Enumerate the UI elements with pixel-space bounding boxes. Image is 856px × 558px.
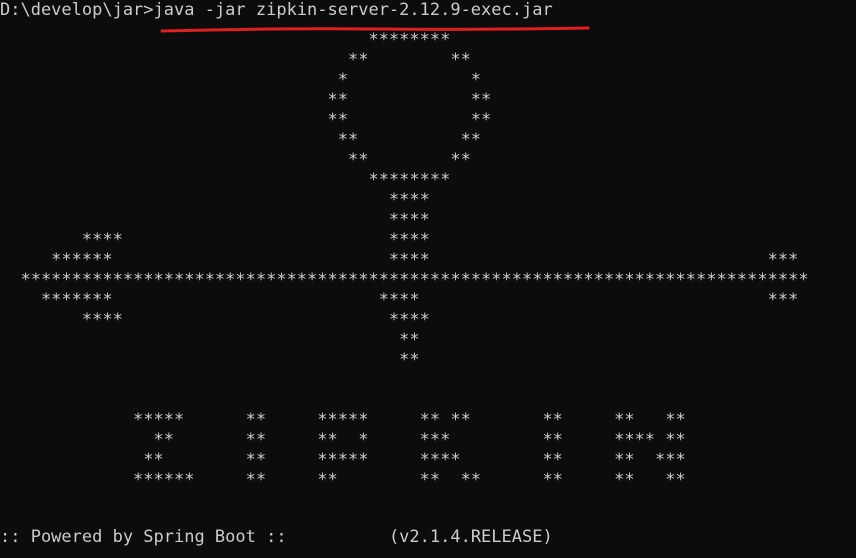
banner-line: **** **** xyxy=(0,230,430,250)
banner-line: ****** ** ** ** ** ** ** ** xyxy=(0,470,686,490)
banner-line: ** ** ** * *** ** **** ** xyxy=(0,430,686,450)
banner-line: ** ** xyxy=(0,50,471,70)
banner-line: ** xyxy=(0,350,420,370)
banner-line: ****** **** *** xyxy=(0,250,799,270)
banner-line: **** xyxy=(0,210,430,230)
command-text: java -jar zipkin-server-2.12.9-exec.jar xyxy=(153,0,553,20)
terminal-window[interactable]: D:\develop\jar>java -jar zipkin-server-2… xyxy=(0,0,856,558)
banner-line: ******** xyxy=(0,170,451,190)
banner-line: ******** xyxy=(0,30,451,50)
banner-line: ***** ** ***** ** ** ** ** ** xyxy=(0,410,686,430)
banner-line: ** xyxy=(0,330,420,350)
banner-line: **** xyxy=(0,190,430,210)
banner-line: * * xyxy=(0,70,482,90)
powered-by-line: :: Powered by Spring Boot :: (v2.1.4.REL… xyxy=(0,527,553,547)
banner-line: ** ** xyxy=(0,90,492,110)
powered-by-text: :: Powered by Spring Boot :: xyxy=(0,527,287,547)
banner-line: ** ** xyxy=(0,110,492,130)
banner-line: ****************************************… xyxy=(0,270,809,290)
version-text: (v2.1.4.RELEASE) xyxy=(388,527,553,547)
command-line: D:\develop\jar>java -jar zipkin-server-2… xyxy=(0,0,553,20)
banner-line: ** ** xyxy=(0,150,471,170)
banner-line: ** ** xyxy=(0,130,482,150)
banner-line: ** ** ***** **** ** ** *** xyxy=(0,450,686,470)
banner-line: ******* **** *** xyxy=(0,290,799,310)
banner-line: **** **** xyxy=(0,310,430,330)
prompt: D:\develop\jar> xyxy=(0,0,154,20)
